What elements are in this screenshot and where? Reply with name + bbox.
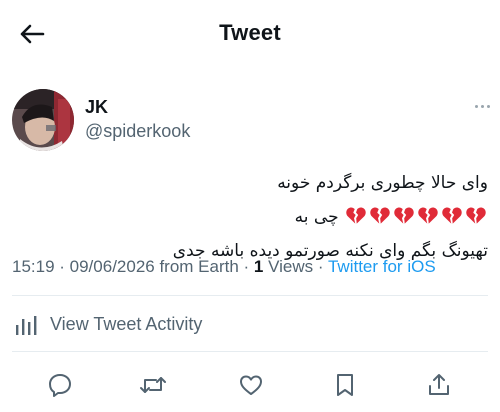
broken-heart-icon (346, 207, 366, 224)
broken-heart-icon (370, 207, 390, 224)
tweet-text-part: چی به (294, 207, 339, 227)
bookmark-icon (337, 374, 353, 396)
timestamp: 15:19 · 09/06/2026 from Earth · (12, 257, 254, 276)
source-link[interactable]: Twitter for iOS (328, 257, 436, 276)
views-count: 1 (253, 257, 264, 276)
divider (12, 295, 488, 296)
broken-heart-icon (418, 207, 438, 224)
broken-heart-icon (466, 207, 486, 224)
more-icon (474, 104, 478, 108)
broken-heart-icon (442, 207, 462, 224)
like-icon (240, 375, 262, 395)
activity-label: View Tweet Activity (50, 313, 203, 334)
avatar[interactable] (12, 89, 74, 151)
like-button[interactable] (236, 370, 266, 400)
views-label: Views · (263, 257, 328, 276)
analytics-icon (16, 316, 37, 335)
page-title: Tweet (219, 20, 281, 45)
top-bar: Tweet (0, 0, 500, 66)
broken-hearts (344, 200, 488, 234)
reply-button[interactable] (45, 370, 75, 400)
broken-heart-icon (394, 207, 414, 224)
tweet-meta: 15:19 · 09/06/2026 from Earth · 1 Views … (12, 257, 436, 277)
retweet-icon (140, 377, 166, 393)
view-tweet-activity-button[interactable]: View Tweet Activity (12, 308, 202, 340)
tweet-text-part: وای حالا چطوری برگردم خونه (277, 173, 488, 193)
divider (12, 351, 488, 352)
user-name[interactable]: JK (85, 97, 108, 118)
action-bar (0, 368, 500, 404)
share-button[interactable] (424, 370, 454, 400)
share-icon (429, 374, 449, 395)
tweet-text: وای حالا چطوری برگردم خونه چی به تهیونگ … (140, 166, 488, 268)
user-handle[interactable]: @spiderkook (85, 121, 190, 142)
more-options-button[interactable] (470, 100, 494, 112)
reply-icon (49, 374, 71, 397)
bookmark-button[interactable] (330, 370, 360, 400)
retweet-button[interactable] (138, 370, 168, 400)
